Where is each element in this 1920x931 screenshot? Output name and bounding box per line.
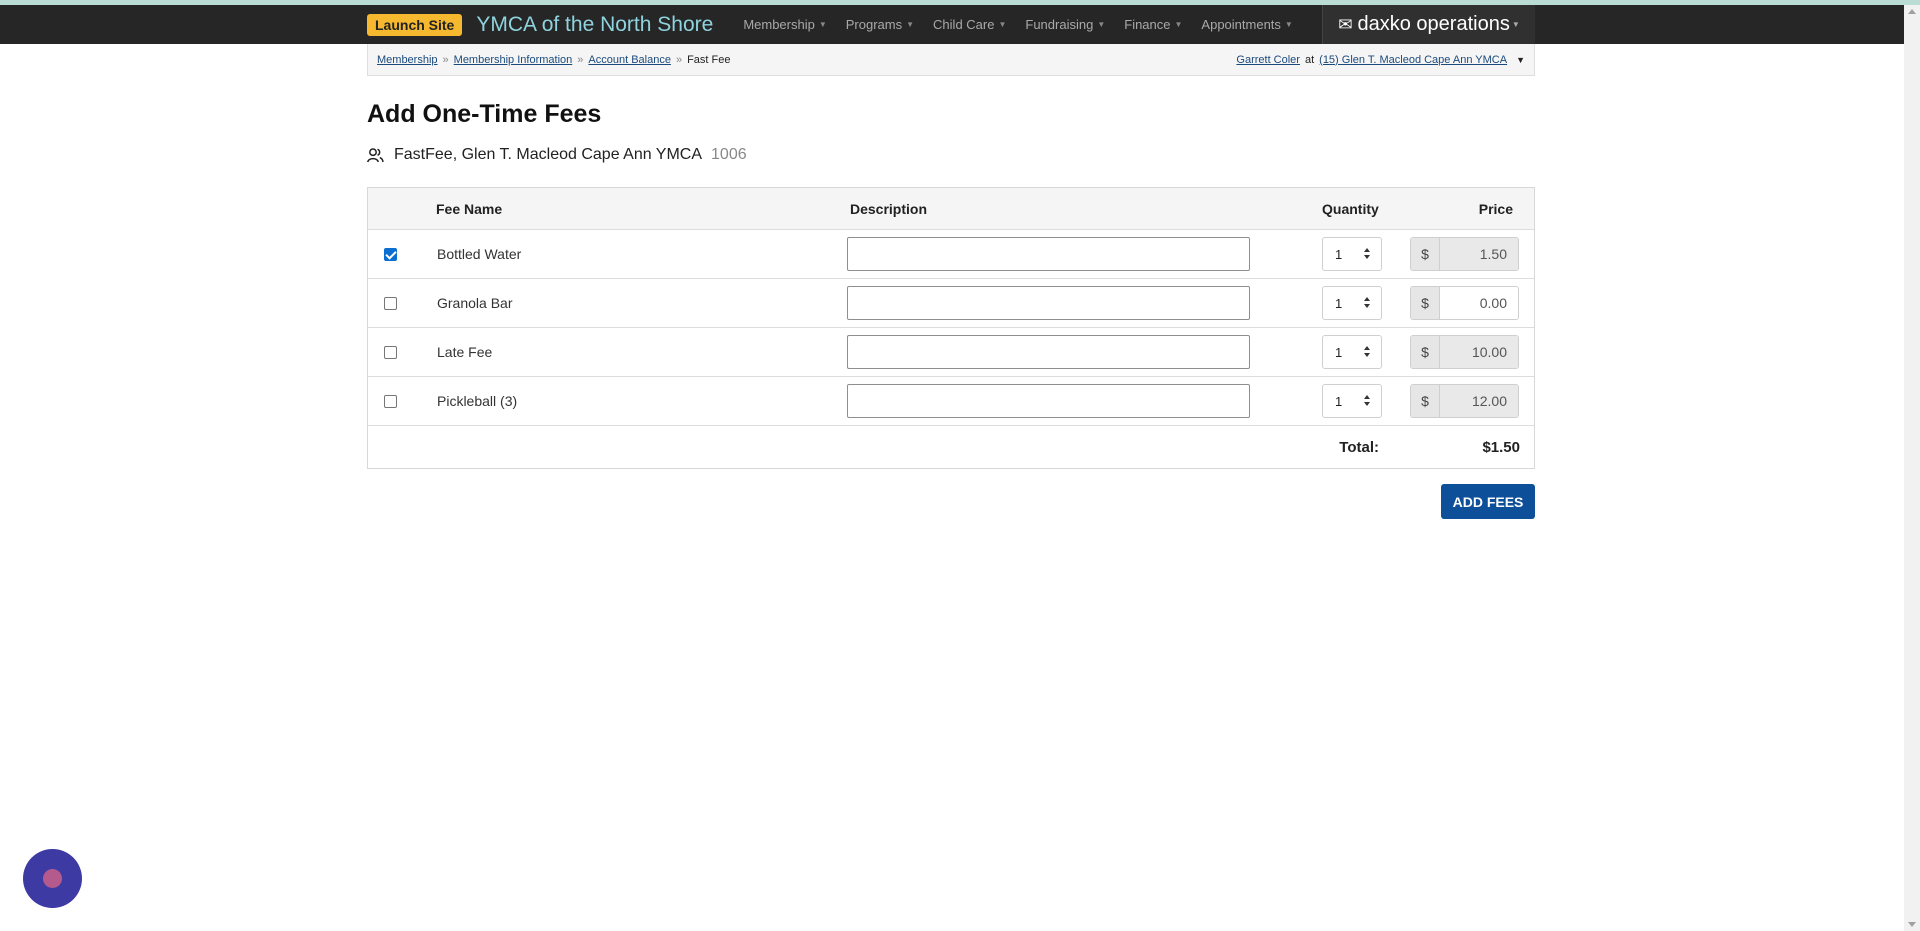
header-description: Description <box>850 201 928 217</box>
price-value: 1.50 <box>1440 238 1518 270</box>
table-row: Granola Bar 1 $0.00 <box>368 279 1534 328</box>
daxko-logo-icon: ✉ <box>1338 14 1353 34</box>
total-row: Total: $1.50 <box>368 426 1534 468</box>
nav-finance[interactable]: Finance ▼ <box>1124 17 1182 32</box>
header-price: Price <box>1478 201 1513 217</box>
nav-label: Fundraising <box>1025 17 1094 32</box>
nav-label: Child Care <box>933 17 995 32</box>
scroll-up-icon[interactable] <box>1908 9 1916 14</box>
nav-fundraising[interactable]: Fundraising ▼ <box>1025 17 1105 32</box>
fee-name: Late Fee <box>437 344 493 360</box>
user-location: Garrett Coler at (15) Glen T. Macleod Ca… <box>1236 54 1525 66</box>
page-title: Add One-Time Fees <box>367 100 602 128</box>
quantity-value: 1 <box>1335 247 1343 262</box>
price-value: 12.00 <box>1440 385 1518 417</box>
price-field[interactable]: $10.00 <box>1410 335 1519 369</box>
quantity-select[interactable]: 1 <box>1322 384 1382 418</box>
header-quantity: Quantity <box>1322 201 1379 217</box>
quantity-select[interactable]: 1 <box>1322 335 1382 369</box>
breadcrumb-current: Fast Fee <box>687 53 731 66</box>
fees-table: Fee Name Description Quantity Price Bott… <box>367 187 1535 469</box>
location-dropdown-icon[interactable]: ▼ <box>1516 55 1525 65</box>
select-arrows-icon <box>1364 295 1371 311</box>
launch-site-button[interactable]: Launch Site <box>367 13 463 36</box>
caret-down-icon: ▼ <box>1511 20 1520 29</box>
breadcrumb-membership-information[interactable]: Membership Information <box>454 54 573 66</box>
quantity-select[interactable]: 1 <box>1322 286 1382 320</box>
caret-down-icon: ▼ <box>906 20 915 29</box>
table-row: Late Fee 1 $10.00 <box>368 328 1534 377</box>
price-value: 0.00 <box>1440 287 1518 319</box>
total-value: $1.50 <box>1482 439 1520 456</box>
fee-checkbox[interactable] <box>384 297 397 310</box>
price-value: 10.00 <box>1440 336 1518 368</box>
header-fee-name: Fee Name <box>436 201 503 217</box>
select-arrows-icon <box>1364 393 1371 409</box>
page-scrollbar[interactable] <box>1904 5 1920 931</box>
site-title[interactable]: YMCA of the North Shore <box>476 13 713 37</box>
breadcrumb-account-balance[interactable]: Account Balance <box>588 54 671 66</box>
description-input[interactable] <box>847 286 1250 320</box>
breadcrumb-separator: » <box>442 53 449 66</box>
daxko-brand-menu[interactable]: ✉ daxko operations ▼ <box>1322 5 1535 44</box>
fee-name: Granola Bar <box>437 295 513 311</box>
breadcrumb: Membership » Membership Information » Ac… <box>367 44 1535 76</box>
select-arrows-icon <box>1364 344 1371 360</box>
price-field[interactable]: $0.00 <box>1410 286 1519 320</box>
table-row: Bottled Water 1 $1.50 <box>368 230 1534 279</box>
fee-name: Bottled Water <box>437 246 522 262</box>
description-input[interactable] <box>847 384 1250 418</box>
quantity-select[interactable]: 1 <box>1322 237 1382 271</box>
breadcrumb-separator: » <box>675 53 683 66</box>
nav-label: Programs <box>845 17 903 32</box>
quantity-value: 1 <box>1335 345 1343 360</box>
nav-label: Membership <box>743 17 815 32</box>
quantity-value: 1 <box>1335 394 1343 409</box>
fee-checkbox[interactable] <box>384 346 397 359</box>
price-field[interactable]: $1.50 <box>1410 237 1519 271</box>
caret-down-icon: ▼ <box>818 20 827 29</box>
currency-addon: $ <box>1411 336 1440 368</box>
caret-down-icon: ▼ <box>1284 20 1293 29</box>
chat-icon <box>43 869 62 888</box>
breadcrumb-membership[interactable]: Membership <box>377 54 438 66</box>
caret-down-icon: ▼ <box>1174 20 1183 29</box>
nav-programs[interactable]: Programs ▼ <box>846 17 914 32</box>
total-label: Total: <box>1339 439 1379 456</box>
nav-appointments[interactable]: Appointments ▼ <box>1201 17 1292 32</box>
table-row: Pickleball (3) 1 $12.00 <box>368 377 1534 426</box>
nav-label: Appointments <box>1201 17 1281 32</box>
fee-checkbox[interactable] <box>384 248 397 261</box>
user-group-icon <box>367 147 384 162</box>
user-link[interactable]: Garrett Coler <box>1236 54 1300 66</box>
price-field[interactable]: $12.00 <box>1410 384 1519 418</box>
currency-addon: $ <box>1411 385 1440 417</box>
location-link[interactable]: (15) Glen T. Macleod Cape Ann YMCA <box>1319 54 1507 66</box>
top-navbar: Launch Site YMCA of the North Shore Memb… <box>0 5 1904 44</box>
breadcrumb-separator: » <box>577 53 584 66</box>
nav-child-care[interactable]: Child Care ▼ <box>933 17 1006 32</box>
description-input[interactable] <box>847 237 1250 271</box>
member-id: 1006 <box>711 146 747 163</box>
chat-launcher-button[interactable] <box>23 849 82 908</box>
currency-addon: $ <box>1411 238 1440 270</box>
table-header: Fee Name Description Quantity Price <box>368 188 1534 230</box>
caret-down-icon: ▼ <box>1097 20 1106 29</box>
quantity-value: 1 <box>1335 296 1343 311</box>
add-fees-button[interactable]: ADD FEES <box>1441 484 1535 519</box>
select-arrows-icon <box>1364 246 1371 262</box>
member-name: FastFee, Glen T. Macleod Cape Ann YMCA <box>394 146 703 163</box>
description-input[interactable] <box>847 335 1250 369</box>
brand-label: daxko operations <box>1357 13 1510 35</box>
fee-checkbox[interactable] <box>384 395 397 408</box>
nav-label: Finance <box>1124 17 1171 32</box>
scroll-down-icon[interactable] <box>1908 922 1916 927</box>
at-text: at <box>1304 53 1315 66</box>
member-info: FastFee, Glen T. Macleod Cape Ann YMCA 1… <box>367 146 747 164</box>
currency-addon: $ <box>1411 287 1440 319</box>
navbar-inner: Launch Site YMCA of the North Shore Memb… <box>367 5 1535 44</box>
fee-name: Pickleball (3) <box>437 393 518 409</box>
nav-membership[interactable]: Membership ▼ <box>743 17 826 32</box>
caret-down-icon: ▼ <box>998 20 1007 29</box>
